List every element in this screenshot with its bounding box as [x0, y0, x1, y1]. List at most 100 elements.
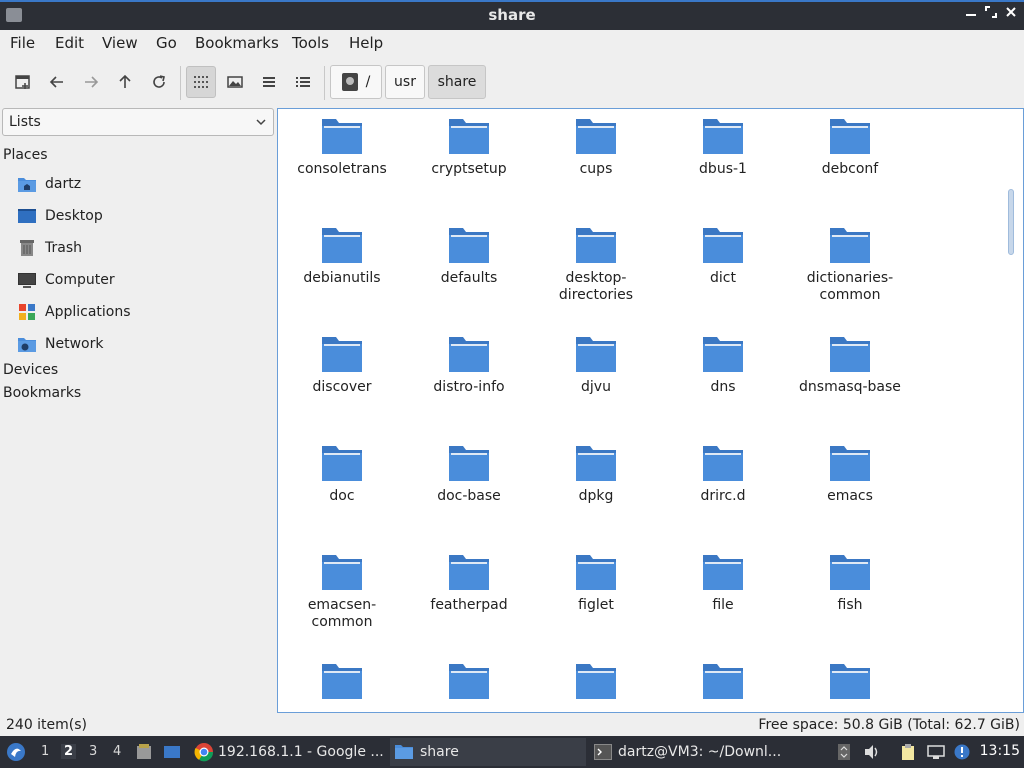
folder-item[interactable]: [281, 662, 403, 706]
folder-icon: [449, 337, 489, 372]
folder-icon: [576, 119, 616, 154]
folder-item[interactable]: emacsen-common: [281, 553, 403, 631]
folder-item[interactable]: cups: [535, 117, 657, 178]
folder-item[interactable]: dbus-1: [662, 117, 784, 178]
status-bar: 240 item(s) Free space: 50.8 GiB (Total:…: [0, 714, 1024, 736]
show-desktop-icon[interactable]: [162, 742, 182, 762]
task-chrome[interactable]: 192.168.1.1 - Google ...: [192, 738, 384, 766]
menu-bookmarks[interactable]: Bookmarks: [195, 34, 279, 52]
folder-item[interactable]: discover: [281, 335, 403, 396]
window-titlebar[interactable]: share: [0, 0, 1024, 30]
folder-item[interactable]: djvu: [535, 335, 657, 396]
menu-tools[interactable]: Tools: [292, 34, 329, 52]
path-button-usr[interactable]: usr: [385, 65, 425, 99]
menu-go[interactable]: Go: [156, 34, 177, 52]
back-icon[interactable]: [42, 66, 72, 98]
path-button-share[interactable]: share: [428, 65, 486, 99]
workspace-3[interactable]: 3: [89, 744, 97, 759]
chevron-down-icon: [255, 116, 267, 132]
applications-icon: [16, 302, 38, 322]
folder-item[interactable]: [662, 662, 784, 706]
folder-name: drirc.d: [700, 488, 746, 504]
clock[interactable]: 13:15: [980, 743, 1020, 759]
sidebar-item-label: dartz: [45, 176, 82, 192]
sidebar-item-trash[interactable]: Trash: [16, 234, 266, 262]
folder-item[interactable]: dns: [662, 335, 784, 396]
workspace-4[interactable]: 4: [113, 744, 121, 759]
folder-item[interactable]: dict: [662, 226, 784, 287]
vertical-scrollbar[interactable]: [1008, 189, 1014, 255]
folder-icon: [449, 555, 489, 590]
folder-item[interactable]: consoletrans: [281, 117, 403, 178]
minimize-icon[interactable]: [962, 6, 980, 24]
icon-view-icon[interactable]: [186, 66, 216, 98]
folder-icon: [703, 337, 743, 372]
clipboard-icon[interactable]: [898, 742, 918, 762]
volume-icon[interactable]: [862, 742, 882, 762]
folder-name: directories: [558, 287, 634, 303]
start-menu-icon[interactable]: [6, 742, 26, 762]
close-icon[interactable]: [1002, 6, 1020, 24]
folder-item[interactable]: emacs: [789, 444, 911, 505]
path-button-root[interactable]: /: [330, 65, 382, 99]
network-status-icon[interactable]: [926, 742, 946, 762]
menu-view[interactable]: View: [102, 34, 138, 52]
menu-file[interactable]: File: [10, 34, 35, 52]
reload-icon[interactable]: [144, 66, 174, 98]
folder-icon: [830, 446, 870, 481]
folder-item[interactable]: dictionaries-common: [789, 226, 911, 304]
folder-item[interactable]: dnsmasq-base: [789, 335, 911, 396]
sidebar-item-applications[interactable]: Applications: [16, 298, 266, 326]
new-tab-icon[interactable]: [8, 66, 38, 98]
file-manager-launcher-icon[interactable]: [134, 742, 154, 762]
folder-item[interactable]: cryptsetup: [408, 117, 530, 178]
sidebar-item-dartz[interactable]: dartz: [16, 170, 266, 198]
folder-item[interactable]: [789, 662, 911, 706]
bookmarks-header[interactable]: Bookmarks: [3, 385, 81, 401]
folder-item[interactable]: fish: [789, 553, 911, 614]
detailed-list-icon[interactable]: [288, 66, 318, 98]
folder-item[interactable]: [535, 662, 657, 706]
drive-icon: [341, 73, 358, 91]
folder-item[interactable]: [408, 662, 530, 706]
compact-view-icon[interactable]: [254, 66, 284, 98]
folder-view[interactable]: consoletrans cryptsetup cups dbus-1 debconf d…: [277, 108, 1024, 713]
task-terminal[interactable]: dartz@VM3: ~/Downl...: [592, 738, 792, 766]
folder-name: debianutils: [303, 270, 381, 286]
devices-header[interactable]: Devices: [3, 362, 58, 378]
sidebar-item-network[interactable]: Network: [16, 330, 266, 358]
task-share[interactable]: share: [390, 738, 586, 766]
folder-item[interactable]: distro-info: [408, 335, 530, 396]
sidebar-item-desktop[interactable]: Desktop: [16, 202, 266, 230]
folder-item[interactable]: dpkg: [535, 444, 657, 505]
folder-icon: [576, 664, 616, 699]
up-icon[interactable]: [110, 66, 140, 98]
folder-name: debconf: [821, 161, 879, 177]
folder-item[interactable]: featherpad: [408, 553, 530, 614]
folder-item[interactable]: desktop-directories: [535, 226, 657, 304]
update-notifier-icon[interactable]: [952, 742, 972, 762]
sidebar-item-label: Network: [45, 336, 104, 352]
folder-item[interactable]: defaults: [408, 226, 530, 287]
thumbnail-view-icon[interactable]: [220, 66, 250, 98]
folder-item[interactable]: doc-base: [408, 444, 530, 505]
folder-name: emacs: [827, 488, 873, 504]
folder-item[interactable]: drirc.d: [662, 444, 784, 505]
task-label: 192.168.1.1 - Google ...: [218, 744, 384, 760]
menu-edit[interactable]: Edit: [55, 34, 84, 52]
forward-icon[interactable]: [76, 66, 106, 98]
folder-icon: [449, 446, 489, 481]
workspace-2[interactable]: 2: [61, 744, 77, 759]
places-header[interactable]: Places: [3, 147, 48, 163]
menu-help[interactable]: Help: [349, 34, 383, 52]
folder-item[interactable]: doc: [281, 444, 403, 505]
folder-item[interactable]: figlet: [535, 553, 657, 614]
folder-item[interactable]: debconf: [789, 117, 911, 178]
folder-item[interactable]: debianutils: [281, 226, 403, 287]
scroll-indicator-icon[interactable]: [834, 742, 854, 762]
sidebar-item-computer[interactable]: Computer: [16, 266, 266, 294]
maximize-icon[interactable]: [982, 6, 1000, 24]
folder-item[interactable]: file: [662, 553, 784, 614]
side-pane-mode-select[interactable]: Lists: [2, 108, 274, 136]
workspace-1[interactable]: 1: [41, 744, 49, 759]
